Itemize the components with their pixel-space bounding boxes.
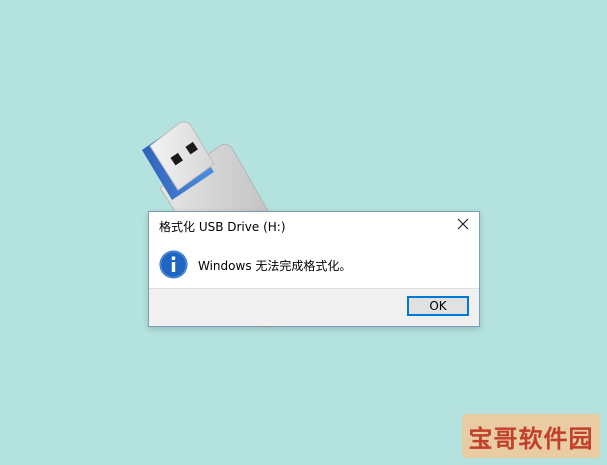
format-error-dialog: 格式化 USB Drive (H:) Windows 无法完成格式化。 OK <box>148 211 480 327</box>
watermark-text: 宝哥软件园 <box>468 424 594 453</box>
info-icon <box>159 250 188 279</box>
site-watermark: 宝哥软件园 <box>462 414 600 458</box>
ok-button[interactable]: OK <box>407 296 469 316</box>
close-icon[interactable] <box>455 216 471 232</box>
dialog-message: Windows 无法完成格式化。 <box>198 259 352 273</box>
dialog-footer: OK <box>149 288 479 326</box>
dialog-title: 格式化 USB Drive (H:) <box>159 220 286 234</box>
